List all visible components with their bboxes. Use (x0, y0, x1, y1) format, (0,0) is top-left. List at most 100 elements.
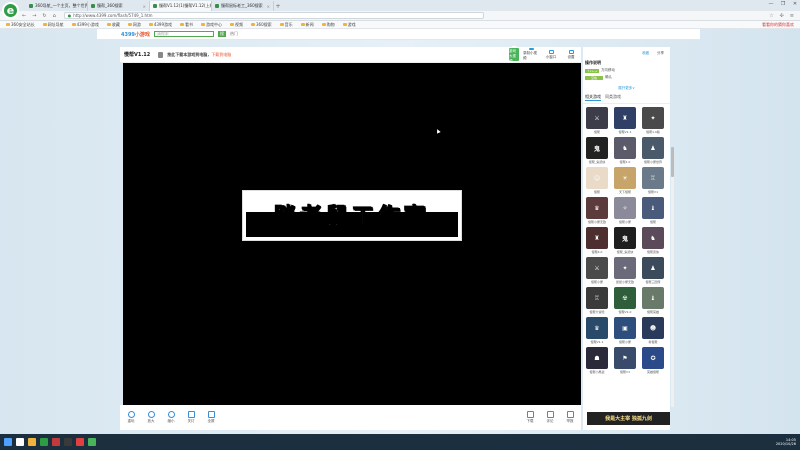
download-tip-link[interactable]: 下载到电脑 (211, 52, 231, 57)
maximize-icon[interactable]: ❐ (780, 1, 786, 7)
bookmark-label[interactable]: 游戏 (348, 22, 356, 28)
game-tile[interactable]: ♛ 慢帮小屋无敌 (585, 197, 609, 224)
bookmark-item[interactable]: 看书 (180, 22, 193, 28)
game-tile-name[interactable]: 慢帮小屋 (591, 280, 603, 284)
game-tile-name[interactable]: 慢帮小屋 (619, 340, 631, 344)
site-search-button[interactable]: 搜 (217, 31, 226, 37)
bookmark-label[interactable]: 看书 (185, 22, 193, 28)
tab-2[interactable]: 慢帮V1.12(1)慢帮V1.12(上线)v1.12...× (150, 1, 212, 11)
bookmark-item[interactable]: 360安全站长 (6, 22, 35, 28)
game-tile-name[interactable]: 慢帮1.0 (620, 160, 631, 164)
game-tile-name[interactable]: 鼠鼠小屋无敌 (616, 280, 634, 284)
bookmark-label[interactable]: 购物 (327, 22, 335, 28)
game-thumbnail[interactable]: ♜ (614, 107, 636, 129)
game-tile[interactable]: 鬼慢帮_鬼武侠 (613, 227, 637, 254)
bookmark-item[interactable]: 网游 (127, 22, 141, 28)
address-bar[interactable]: ● http://www.4399.com/flash/5749_1.htm (63, 12, 484, 19)
game-bottom-right-button-1[interactable]: 评论 (543, 411, 557, 424)
bookmark-item[interactable]: 视频 (230, 22, 243, 28)
menu-icon[interactable]: ≡ (790, 13, 794, 19)
game-thumbnail[interactable]: ♛ (586, 317, 608, 339)
game-tile[interactable]: ♞ 慢帮1.0 (613, 137, 637, 164)
bookmark-item[interactable]: 4399小游戏 (71, 22, 99, 28)
game-tile[interactable]: ⚔ 慢帮小屋 (585, 257, 609, 284)
game-thumbnail[interactable]: ☢ (614, 287, 636, 309)
game-canvas[interactable]: 胖老鼠工作室 (123, 63, 581, 405)
game-tile[interactable]: ♟ 慢帮三国传 (641, 257, 665, 284)
bookmark-label[interactable]: 360搜索 (256, 22, 272, 28)
side-link-1[interactable]: 分享 (657, 51, 664, 56)
game-thumbnail[interactable]: ♞ (614, 137, 636, 159)
minimize-icon[interactable]: — (768, 1, 774, 7)
side-scrollbar[interactable] (671, 147, 674, 407)
new-tab-button[interactable]: + (274, 1, 282, 11)
game-bottom-right-button-0[interactable]: 下载 (523, 411, 537, 424)
game-tile-name[interactable]: 慢帮V1.1 (619, 130, 632, 134)
bookmark-label[interactable]: 游戏中心 (206, 22, 222, 28)
forward-icon[interactable]: → (32, 13, 36, 19)
game-thumbnail[interactable]: ♛ (586, 197, 608, 219)
bookmark-item[interactable]: 4399游戏 (148, 22, 172, 28)
game-tile-name[interactable]: 慢帮大冒险 (589, 310, 604, 314)
address-text[interactable]: http://www.4399.com/flash/5749_1.htm (73, 13, 152, 18)
ad-banner[interactable]: 我是大主宰 独孤九剑 (587, 412, 670, 425)
game-tile-name[interactable]: 天下慢帮 (619, 190, 631, 194)
game-tile[interactable]: ☺ 慢帮 (585, 167, 609, 194)
game-thumbnail[interactable]: ☺ (586, 167, 608, 189)
game-thumbnail[interactable]: ♝ (642, 287, 664, 309)
tab-3[interactable]: 慢帮鼠标老工_360搜索 × (212, 1, 274, 11)
game-tile-name[interactable]: 慢帮武侠 (647, 250, 659, 254)
game-tile[interactable]: ♜ 慢帮V1.1 (613, 107, 637, 134)
game-tile-name[interactable]: 慢帮1.0版 (646, 130, 660, 134)
game-bottom-button-0[interactable]: 重玩 (124, 411, 138, 424)
taskbar-app-icon[interactable] (40, 438, 48, 446)
game-tile-name[interactable]: 慢帮V1.0 (619, 310, 632, 314)
game-thumbnail[interactable]: ✦ (614, 257, 636, 279)
bookmark-label[interactable]: 网游 (133, 22, 141, 28)
game-thumbnail[interactable]: ⚔ (586, 107, 608, 129)
game-tile[interactable]: ☢ 慢帮V1.0 (613, 287, 637, 314)
game-thumbnail[interactable]: ☻ (642, 317, 664, 339)
game-tile[interactable]: ♟ 慢帮小屋世界 (641, 137, 665, 164)
game-tile[interactable]: 鬼慢帮_鬼武侠 (585, 137, 609, 164)
game-tile-name[interactable]: 慢帮_鬼武侠 (589, 160, 606, 164)
game-tile-name[interactable]: 英雄慢帮 (647, 370, 659, 374)
game-tile[interactable]: ✪ 英雄慢帮 (641, 347, 665, 374)
game-thumbnail[interactable]: ⚑ (614, 347, 636, 369)
game-thumbnail[interactable]: 鬼 (586, 137, 608, 159)
game-tile-name[interactable]: 慢帮4.0 (592, 250, 603, 254)
game-tile-name[interactable]: 慢帮V1 (620, 370, 630, 374)
refresh-icon[interactable]: ↻ (42, 13, 46, 19)
game-tool-1[interactable]: 录制小视频 (523, 48, 539, 61)
taskbar-app-icon[interactable] (76, 438, 84, 446)
game-tool-0[interactable]: 游戏大视频 (509, 45, 519, 63)
game-tile[interactable]: ☗ 慢帮小屋战 (585, 347, 609, 374)
browser-logo[interactable]: e (2, 2, 19, 19)
game-thumbnail[interactable]: ♟ (642, 137, 664, 159)
game-thumbnail[interactable]: ☗ (586, 347, 608, 369)
game-tile-name[interactable]: 慢帮 (594, 190, 600, 194)
game-tile-name[interactable]: 慢帮英雄 (647, 310, 659, 314)
game-thumbnail[interactable]: ♖ (586, 287, 608, 309)
game-tile[interactable]: ♝ 慢帮 (641, 197, 665, 224)
game-bottom-button-1[interactable]: 放大 (144, 411, 158, 424)
game-tile-name[interactable]: 慢帮V1.1 (591, 340, 604, 344)
taskbar-app-icon[interactable] (64, 438, 72, 446)
game-tile-name[interactable]: 慢帮 (650, 220, 656, 224)
bookmark-label[interactable]: 网址导航 (48, 22, 64, 28)
game-tile[interactable]: ♝ 慢帮英雄 (641, 287, 665, 314)
game-thumbnail[interactable]: ✦ (642, 107, 664, 129)
game-thumbnail[interactable]: ♟ (642, 257, 664, 279)
game-tile[interactable]: ☻ 新慢帮 (641, 317, 665, 344)
bookmark-label[interactable]: 360安全站长 (11, 22, 35, 28)
close-icon[interactable]: × (267, 4, 270, 9)
game-thumbnail[interactable]: ♜ (586, 227, 608, 249)
game-bottom-button-2[interactable]: 缩小 (164, 411, 178, 424)
game-bottom-button-4[interactable]: 全屏 (204, 411, 218, 424)
game-tile[interactable]: ♛ 慢帮V1.1 (585, 317, 609, 344)
game-tile-name[interactable]: 慢帮小屋 (619, 220, 631, 224)
game-tile[interactable]: ♖ 慢帮V1 (641, 167, 665, 194)
hot-label[interactable]: 热门 (230, 31, 238, 37)
bookmark-label[interactable]: 4399游戏 (154, 22, 172, 28)
game-bottom-button-3[interactable]: 关灯 (184, 411, 198, 424)
